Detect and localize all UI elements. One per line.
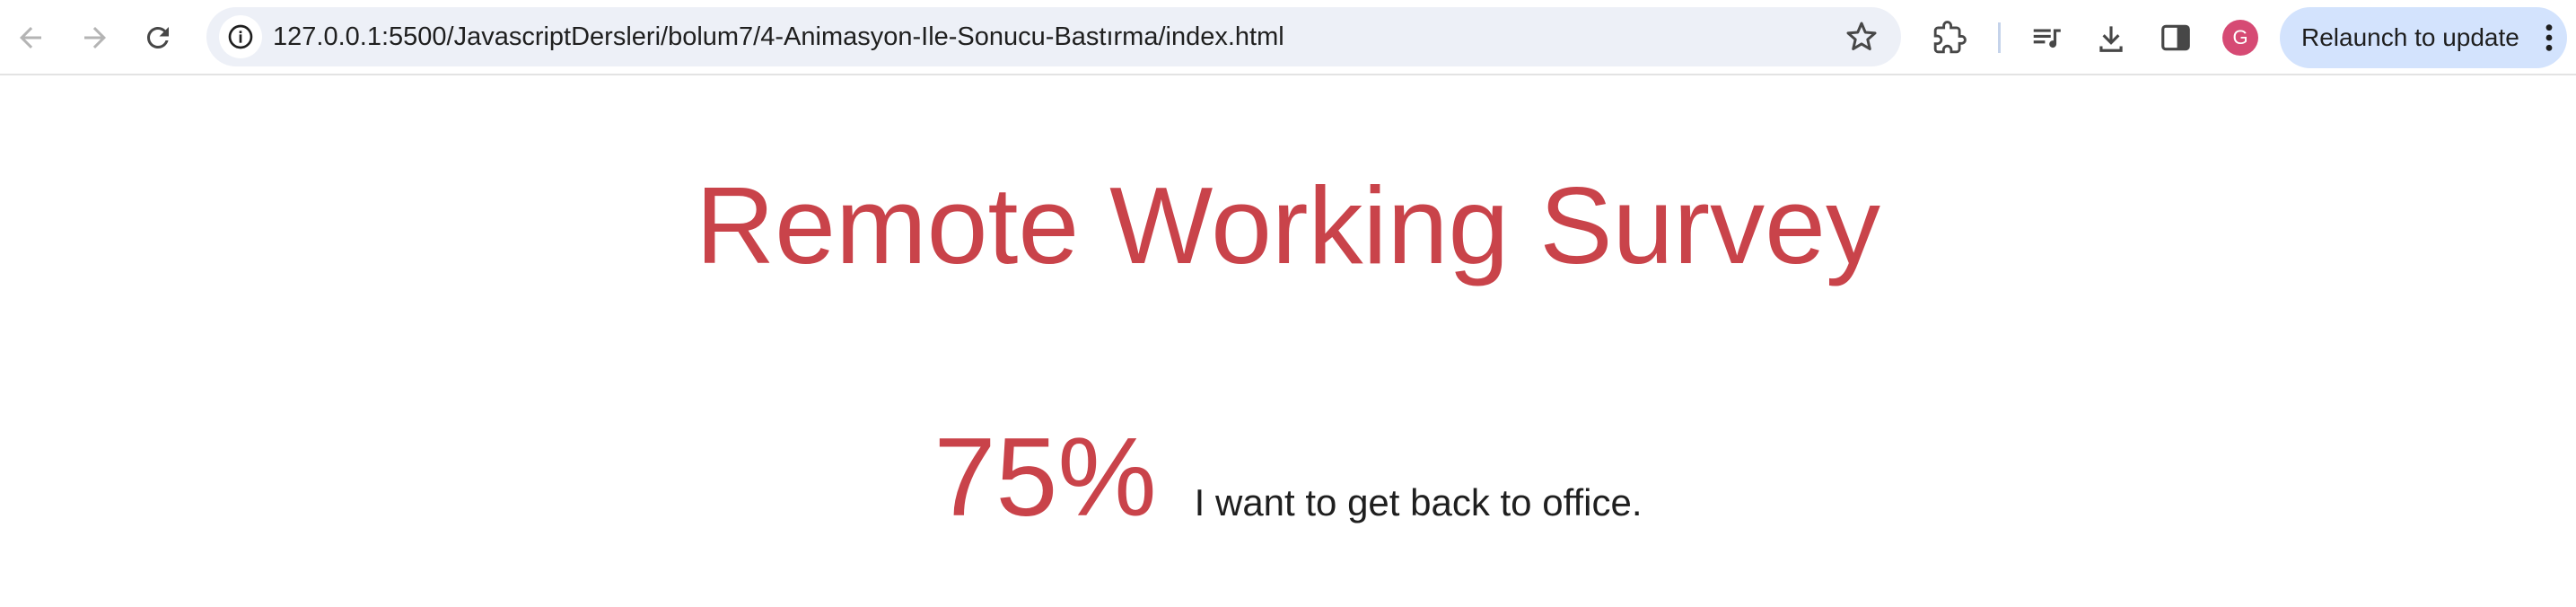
result-percent: 75% (933, 416, 1157, 540)
arrow-right-icon (84, 27, 106, 48)
bookmark-button[interactable] (1840, 15, 1883, 58)
downloads-button[interactable] (2084, 11, 2138, 65)
toolbar-divider (1998, 22, 2001, 53)
profile-avatar[interactable]: G (2222, 20, 2258, 56)
page-title: Remote Working Survey (696, 164, 1880, 286)
back-button[interactable] (4, 11, 57, 65)
side-panel-icon (2161, 24, 2190, 51)
browser-menu-button[interactable] (2538, 20, 2560, 56)
info-icon (228, 24, 253, 49)
relaunch-label: Relaunch to update (2301, 23, 2519, 51)
queue-music-icon (2033, 29, 2061, 48)
url-text[interactable]: 127.0.0.1:5500/JavascriptDersleri/bolum7… (273, 7, 1284, 66)
site-info-button[interactable] (219, 15, 262, 58)
forward-button[interactable] (68, 11, 122, 65)
survey-result: 75% I want to get back to office. (0, 415, 2576, 541)
download-icon (2099, 26, 2123, 52)
puzzle-icon (1933, 21, 1967, 54)
side-panel-button[interactable] (2149, 11, 2203, 65)
relaunch-button[interactable]: Relaunch to update (2280, 7, 2567, 68)
reload-icon (147, 26, 169, 48)
result-statement: I want to get back to office. (1194, 481, 1643, 523)
media-controls-button[interactable] (2020, 11, 2073, 65)
arrow-left-icon (20, 27, 41, 48)
address-bar[interactable]: 127.0.0.1:5500/JavascriptDersleri/bolum7… (206, 7, 1901, 66)
page-content: Remote Working Survey 75% I want to get … (0, 77, 2576, 607)
reload-button[interactable] (131, 11, 185, 65)
more-vert-icon (2545, 24, 2553, 51)
extensions-button[interactable] (1923, 11, 1976, 65)
browser-toolbar: 127.0.0.1:5500/JavascriptDersleri/bolum7… (0, 0, 2576, 75)
star-icon (1846, 22, 1877, 50)
